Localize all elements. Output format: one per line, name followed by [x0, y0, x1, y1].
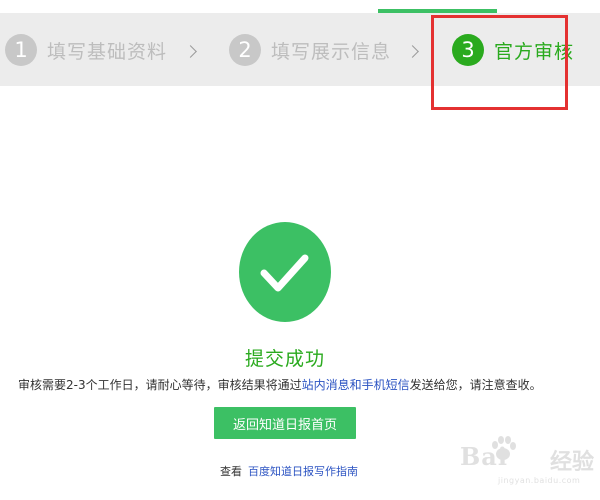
step-2-label: 填写展示信息: [271, 40, 392, 63]
success-title: 提交成功: [244, 348, 325, 370]
watermark-suffix: 经验: [550, 450, 595, 475]
review-description: 审核需要2-3个工作日，请耐心等待，审核结果将通过站内消息和手机短信发送给您，请…: [18, 376, 588, 393]
watermark-url: jingyan.baidu.com: [498, 476, 581, 485]
step-1-number: 1: [5, 34, 37, 66]
return-home-button[interactable]: 返回知道日报首页: [214, 407, 356, 439]
desc-text-before: 审核需要2-3个工作日，请耐心等待，审核结果将通过: [18, 378, 302, 392]
guide-row: 查看 百度知道日报写作指南: [220, 463, 358, 479]
writing-guide-link[interactable]: 百度知道日报写作指南: [248, 465, 358, 478]
step-1-label: 填写基础资料: [47, 40, 168, 63]
paw-icon: [492, 436, 516, 460]
highlight-box: [431, 15, 568, 110]
step-1: 1 填写基础资料: [5, 33, 167, 67]
success-checkmark-icon: [239, 222, 331, 322]
chevron-right-icon: [184, 45, 197, 58]
desc-text-after: 发送给您，请注意查收。: [409, 378, 542, 392]
chevron-right-icon: [406, 45, 419, 58]
guide-prefix: 查看: [220, 465, 242, 478]
step-2-number: 2: [229, 34, 261, 66]
message-sms-link[interactable]: 站内消息和手机短信: [302, 378, 410, 392]
checkmark-icon: [260, 254, 309, 292]
baidu-jingyan-watermark: Bai 经验 jingyan.baidu.com: [448, 432, 596, 492]
step-2: 2 填写展示信息: [229, 33, 391, 67]
